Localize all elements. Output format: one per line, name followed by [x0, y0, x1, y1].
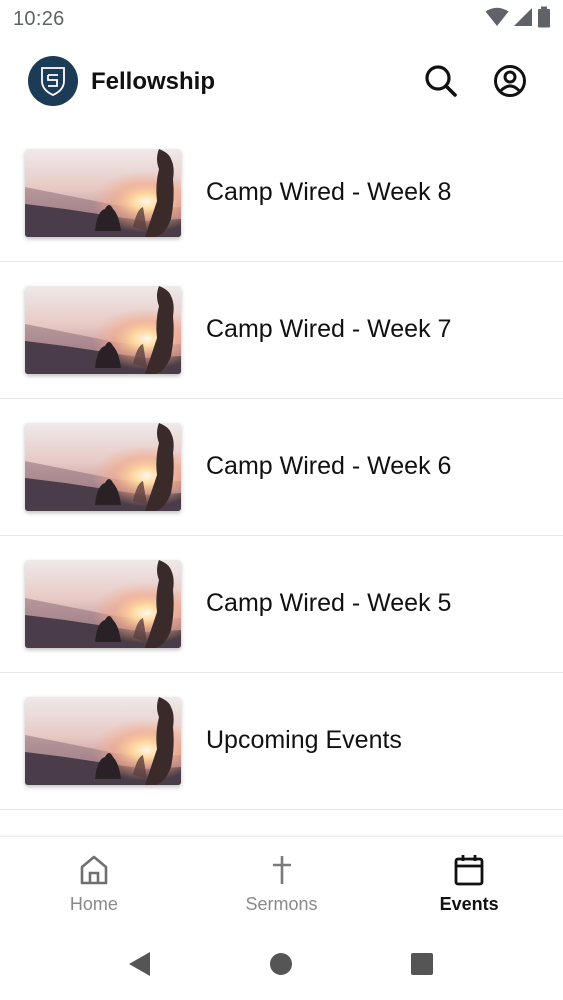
event-list: Camp Wired - Week 8 Camp Wired - Week 7	[0, 125, 563, 810]
event-title: Camp Wired - Week 6	[206, 452, 452, 480]
recents-icon	[411, 953, 433, 975]
recents-button[interactable]	[407, 949, 437, 979]
signal-icon	[513, 7, 533, 32]
tab-label: Sermons	[245, 894, 318, 914]
event-thumbnail	[25, 560, 181, 648]
tab-label: Events	[439, 894, 499, 914]
event-title: Upcoming Events	[206, 726, 402, 754]
event-title: Camp Wired - Week 8	[206, 178, 452, 206]
tab-home[interactable]: Home	[0, 837, 188, 932]
shield-logo-icon	[41, 67, 65, 96]
tab-label: Home	[69, 894, 118, 914]
list-item[interactable]: Camp Wired - Week 8	[0, 125, 563, 262]
event-thumbnail	[25, 423, 181, 511]
tab-sermons[interactable]: Sermons	[188, 837, 376, 932]
account-icon	[494, 65, 526, 97]
home-circle-icon	[270, 953, 292, 975]
list-item[interactable]: Upcoming Events	[0, 673, 563, 810]
app-bar: Fellowship	[0, 38, 563, 126]
event-thumbnail	[25, 149, 181, 237]
status-time: 10:26	[13, 7, 65, 30]
system-nav	[0, 931, 563, 1000]
app-title: Fellowship	[91, 68, 216, 95]
brand-logo[interactable]	[28, 56, 78, 106]
home-system-button[interactable]	[266, 949, 296, 979]
bottom-nav: Home Sermons Events	[0, 836, 563, 932]
back-icon	[129, 952, 150, 976]
event-thumbnail	[25, 697, 181, 785]
wifi-icon	[485, 7, 509, 32]
tab-events[interactable]: Events	[375, 837, 563, 932]
search-icon	[425, 65, 457, 97]
search-button[interactable]	[422, 62, 460, 100]
list-item[interactable]: Camp Wired - Week 5	[0, 536, 563, 673]
battery-icon	[537, 6, 551, 33]
cross-icon	[265, 853, 299, 887]
home-icon	[77, 853, 111, 887]
list-item[interactable]: Camp Wired - Week 7	[0, 262, 563, 399]
event-thumbnail	[25, 286, 181, 374]
event-title: Camp Wired - Week 7	[206, 315, 452, 343]
status-icons	[485, 6, 551, 33]
status-bar: 10:26	[0, 0, 563, 38]
event-title: Camp Wired - Week 5	[206, 589, 452, 617]
back-button[interactable]	[124, 949, 154, 979]
calendar-icon	[452, 853, 486, 887]
list-item[interactable]: Camp Wired - Week 6	[0, 399, 563, 536]
account-button[interactable]	[491, 62, 529, 100]
